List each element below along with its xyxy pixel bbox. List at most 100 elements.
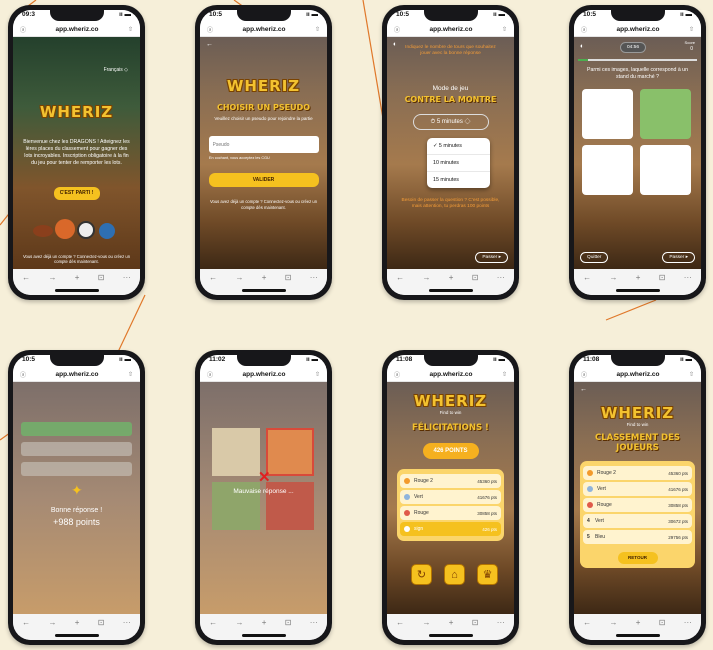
- new-tab-icon[interactable]: +: [262, 618, 267, 627]
- quit-button[interactable]: Quitter: [580, 252, 609, 263]
- url-bar[interactable]: ⓐ app.wheriz.co ⇧: [13, 22, 140, 37]
- forward-icon[interactable]: →: [609, 273, 617, 282]
- tabs-icon[interactable]: ⊡: [472, 273, 479, 282]
- reader-icon[interactable]: ⓐ: [207, 25, 213, 34]
- forward-icon[interactable]: →: [609, 618, 617, 627]
- reader-icon[interactable]: ⓐ: [20, 25, 26, 34]
- answer-image-2[interactable]: [640, 89, 691, 139]
- url-bar[interactable]: ⓐ app.wheriz.co ⇧: [200, 367, 327, 382]
- back-icon[interactable]: ←: [583, 273, 591, 282]
- back-icon[interactable]: ←: [22, 618, 30, 627]
- forward-icon[interactable]: →: [235, 273, 243, 282]
- tabs-icon[interactable]: ⊡: [285, 618, 292, 627]
- more-icon[interactable]: ···: [310, 273, 318, 282]
- share-icon[interactable]: ⇧: [502, 26, 507, 33]
- reader-icon[interactable]: ⓐ: [394, 25, 400, 34]
- return-button[interactable]: RETOUR: [617, 552, 658, 564]
- phone-congrats: 11:08 ıı ▬ ⓐ app.wheriz.co ⇧ WHERIZ Find to…: [382, 350, 519, 645]
- trophy-icon[interactable]: ♛: [477, 564, 498, 585]
- back-icon[interactable]: ←: [396, 273, 404, 282]
- option-5-minutes[interactable]: ✓ 5 minutes: [427, 138, 490, 155]
- browser-toolbar: ← → + ⊡ ···: [13, 269, 140, 295]
- back-arrow-icon[interactable]: ←: [580, 386, 587, 393]
- reader-icon[interactable]: ⓐ: [394, 370, 400, 379]
- home-icon[interactable]: ⌂: [444, 564, 465, 585]
- reader-icon[interactable]: ⓐ: [20, 370, 26, 379]
- duration-value: 5 minutes ◇: [436, 119, 471, 126]
- tabs-icon[interactable]: ⊡: [98, 273, 105, 282]
- more-icon[interactable]: ···: [684, 273, 692, 282]
- share-icon[interactable]: ⇧: [315, 26, 320, 33]
- phone-notch: [423, 355, 478, 366]
- option-10-minutes[interactable]: 10 minutes: [427, 155, 490, 172]
- url-bar[interactable]: ⓐ app.wheriz.co ⇧: [200, 22, 327, 37]
- tabs-icon[interactable]: ⊡: [285, 273, 292, 282]
- clock: 10:5: [209, 11, 223, 18]
- url-bar[interactable]: ⓐ app.wheriz.co ⇧: [387, 22, 514, 37]
- url-bar[interactable]: ⓐ app.wheriz.co ⇧: [574, 22, 701, 37]
- new-tab-icon[interactable]: +: [75, 273, 80, 282]
- more-icon[interactable]: ···: [497, 273, 505, 282]
- replay-icon[interactable]: ↻: [411, 564, 432, 585]
- option-15-minutes[interactable]: 15 minutes: [427, 172, 490, 188]
- share-icon[interactable]: ⇧: [128, 371, 133, 378]
- new-tab-icon[interactable]: +: [75, 618, 80, 627]
- leaderboard-title-2: JOUEURS: [616, 443, 659, 453]
- question-text: Parmi ces images, laquelle correspond à …: [587, 67, 688, 81]
- more-icon[interactable]: ···: [123, 273, 131, 282]
- url-bar[interactable]: ⓐ app.wheriz.co ⇧: [13, 367, 140, 382]
- validate-button[interactable]: VALIDER: [208, 173, 319, 188]
- share-icon[interactable]: ⇧: [502, 371, 507, 378]
- more-icon[interactable]: ···: [123, 618, 131, 627]
- share-icon[interactable]: ⇧: [128, 26, 133, 33]
- forward-icon[interactable]: →: [422, 618, 430, 627]
- new-tab-icon[interactable]: +: [636, 273, 641, 282]
- new-tab-icon[interactable]: +: [449, 273, 454, 282]
- share-icon[interactable]: ⇧: [689, 26, 694, 33]
- url-bar[interactable]: ⓐ app.wheriz.co ⇧: [574, 367, 701, 382]
- url-bar[interactable]: ⓐ app.wheriz.co ⇧: [387, 367, 514, 382]
- browser-toolbar: ← → + ⊡ ···: [13, 614, 140, 640]
- tabs-icon[interactable]: ⊡: [472, 618, 479, 627]
- pseudo-input[interactable]: [208, 136, 319, 154]
- answer-image-4[interactable]: [640, 145, 691, 195]
- more-icon[interactable]: ···: [310, 618, 318, 627]
- moon-icon[interactable]: ◐: [580, 43, 584, 50]
- reader-icon[interactable]: ⓐ: [581, 25, 587, 34]
- cgu-checkbox[interactable]: En cochant, vous acceptez les CGU: [200, 156, 327, 161]
- back-arrow-icon[interactable]: ←: [206, 41, 213, 48]
- pass-button[interactable]: Passer ▸: [662, 252, 695, 263]
- back-icon[interactable]: ←: [209, 273, 217, 282]
- clock: 10:5: [22, 356, 36, 363]
- pass-button[interactable]: Passer ▸: [475, 252, 508, 263]
- back-icon[interactable]: ←: [396, 618, 404, 627]
- tabs-icon[interactable]: ⊡: [659, 273, 666, 282]
- forward-icon[interactable]: →: [48, 618, 56, 627]
- back-icon[interactable]: ←: [583, 618, 591, 627]
- share-icon[interactable]: ⇧: [689, 371, 694, 378]
- more-icon[interactable]: ···: [684, 618, 692, 627]
- answer-image-3[interactable]: [582, 145, 633, 195]
- more-icon[interactable]: ···: [497, 618, 505, 627]
- answer-image-1[interactable]: [582, 89, 633, 139]
- forward-icon[interactable]: →: [422, 273, 430, 282]
- tabs-icon[interactable]: ⊡: [98, 618, 105, 627]
- tabs-icon[interactable]: ⊡: [659, 618, 666, 627]
- back-icon[interactable]: ←: [209, 618, 217, 627]
- duration-select[interactable]: ⏱ 5 minutes ◇: [412, 114, 489, 131]
- new-tab-icon[interactable]: +: [636, 618, 641, 627]
- moon-icon[interactable]: ◐: [393, 41, 397, 48]
- language-select[interactable]: Français ◇: [98, 65, 134, 75]
- choose-pseudo-title: CHOISIR UN PSEUDO: [216, 103, 311, 112]
- forward-icon[interactable]: →: [48, 273, 56, 282]
- back-icon[interactable]: ←: [22, 273, 30, 282]
- new-tab-icon[interactable]: +: [262, 273, 267, 282]
- new-tab-icon[interactable]: +: [449, 618, 454, 627]
- reader-icon[interactable]: ⓐ: [581, 370, 587, 379]
- share-icon[interactable]: ⇧: [315, 371, 320, 378]
- congrats-content: WHERIZ Find to win FÉLICITATIONS ! 426 P…: [387, 382, 514, 614]
- player-dot: [587, 470, 593, 476]
- start-button[interactable]: C'EST PARTI !: [53, 187, 100, 201]
- reader-icon[interactable]: ⓐ: [207, 370, 213, 379]
- forward-icon[interactable]: →: [235, 618, 243, 627]
